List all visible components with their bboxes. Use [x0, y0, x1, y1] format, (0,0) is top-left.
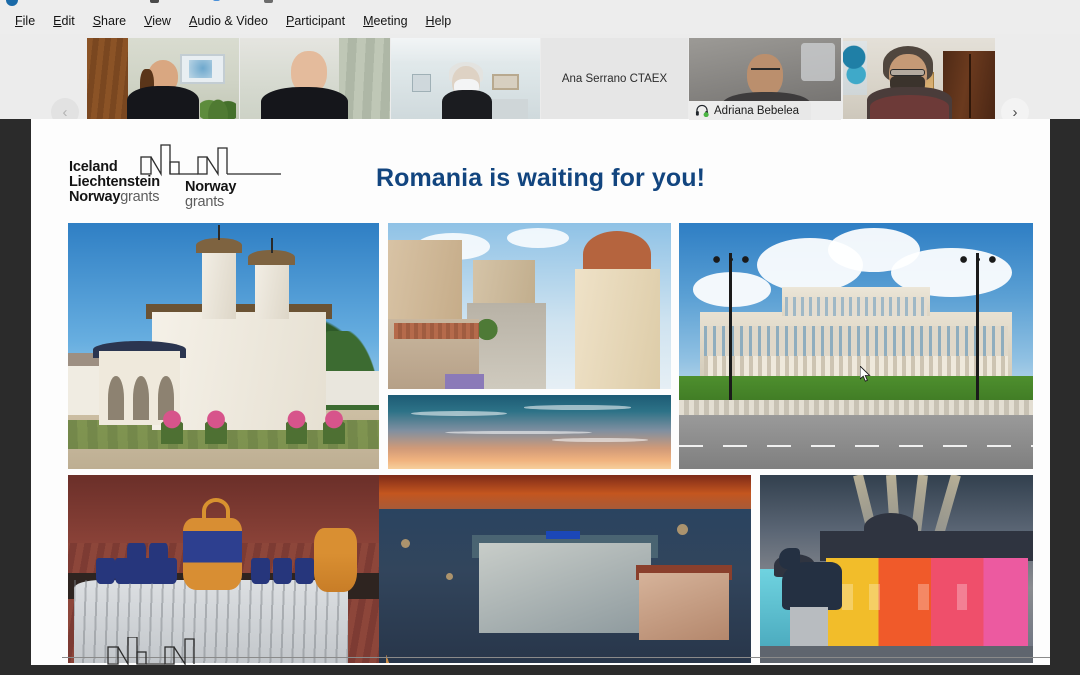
- filmstrip-next-button[interactable]: ›: [1001, 98, 1029, 120]
- titlebar-icon-2: [150, 0, 159, 3]
- presentation-slide: Iceland Liechtenstein Norway grants Norw…: [31, 119, 1050, 665]
- slide-footer-logo-icon: [107, 637, 195, 665]
- menu-item-share[interactable]: Share: [84, 12, 135, 31]
- photo-old-town: [388, 223, 671, 389]
- photo-parliament: [679, 223, 1033, 469]
- menu-bar: File Edit Share View Audio & Video Parti…: [0, 8, 1080, 34]
- participant-tile-6[interactable]: [843, 38, 995, 120]
- menu-item-edit[interactable]: Edit: [44, 12, 84, 31]
- participant-video-3: [391, 38, 540, 120]
- menu-item-participant[interactable]: Participant: [277, 12, 354, 31]
- participant-name-4: Ana Serrano CTAEX: [561, 73, 668, 85]
- stage-rail-left: [0, 238, 31, 675]
- participant-tile-1[interactable]: [87, 38, 239, 120]
- window-title-bar: [0, 0, 1080, 8]
- photo-aerial-city: [379, 475, 751, 663]
- photo-pottery: [68, 475, 379, 663]
- participant-name-bar-5: Adriana Bebelea: [689, 101, 841, 120]
- menu-item-audio-video[interactable]: Audio & Video: [180, 12, 277, 31]
- participant-filmstrip: Ana Serrano CTAEX Adriana Bebelea ‹ ›: [0, 34, 1080, 120]
- participant-video-1: [87, 38, 239, 120]
- participant-video-6: [843, 38, 995, 120]
- logo-col2-grants: grants: [185, 193, 225, 210]
- photo-sunset-sky: [388, 395, 671, 469]
- participant-tile-2[interactable]: [240, 38, 390, 120]
- titlebar-icon-4: [264, 0, 273, 3]
- participant-tile-3[interactable]: [391, 38, 540, 120]
- participant-tile-5-active[interactable]: Adriana Bebelea: [689, 38, 841, 120]
- menu-item-file[interactable]: File: [6, 12, 44, 31]
- photo-library: [760, 475, 1033, 663]
- participant-tile-4[interactable]: Ana Serrano CTAEX: [541, 38, 688, 120]
- participant-video-2: [240, 38, 390, 120]
- menu-item-view[interactable]: View: [135, 12, 180, 31]
- menu-item-help[interactable]: Help: [417, 12, 461, 31]
- filmstrip-prev-button[interactable]: ‹: [51, 98, 79, 120]
- shared-screen-stage[interactable]: Iceland Liechtenstein Norway grants Norw…: [0, 119, 1080, 675]
- menu-item-meeting[interactable]: Meeting: [354, 12, 416, 31]
- headset-icon: [695, 104, 709, 117]
- participant-name-5: Adriana Bebelea: [714, 104, 800, 117]
- photo-monastery: [68, 223, 379, 469]
- stage-rail-right: [1050, 238, 1080, 675]
- slide-title: Romania is waiting for you!: [375, 164, 706, 192]
- app-logo-icon: [6, 0, 18, 6]
- photo-collage: [68, 223, 1033, 663]
- meeting-window: File Edit Share View Audio & Video Parti…: [0, 0, 1080, 675]
- titlebar-icon-3: [213, 0, 220, 1]
